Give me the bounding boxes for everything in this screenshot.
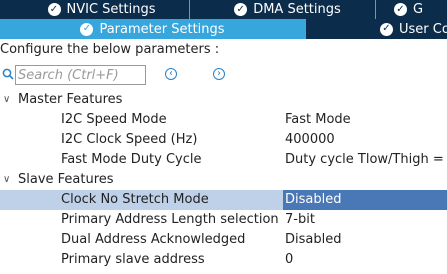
check-circle-icon: ✓ xyxy=(394,3,407,16)
group-label: Slave Features xyxy=(18,172,114,187)
parameter-value[interactable]: 400000 xyxy=(285,130,335,150)
check-circle-icon: ✓ xyxy=(380,22,393,36)
tab-user-constants[interactable]: ✓ User Co xyxy=(306,19,447,39)
parameter-row-selected[interactable]: Clock No Stretch Mode Disabled xyxy=(0,190,447,210)
parameter-row[interactable]: I2C Clock Speed (Hz) 400000 xyxy=(0,130,447,150)
parameter-label: Clock No Stretch Mode xyxy=(61,192,209,207)
parameter-label: I2C Speed Mode xyxy=(61,112,167,127)
tab-gpio-settings[interactable]: ✓ G xyxy=(376,0,447,19)
top-tab-bar: ✓ NVIC Settings ✓ DMA Settings ✓ G xyxy=(0,0,447,19)
group-slave-features[interactable]: ∨ Slave Features xyxy=(0,170,447,190)
parameter-value[interactable]: 7-bit xyxy=(285,210,315,230)
second-tab-bar: ✓ Parameter Settings ✓ User Co xyxy=(0,19,447,39)
previous-match-icon[interactable]: ‹ xyxy=(165,68,177,80)
parameter-row[interactable]: Fast Mode Duty Cycle Duty cycle Tlow/Thi… xyxy=(0,150,447,170)
expand-chevron-icon[interactable]: ∨ xyxy=(3,170,10,190)
parameter-value[interactable]: Duty cycle Tlow/Thigh = 2 xyxy=(285,150,447,170)
configure-instructions: Configure the below parameters : xyxy=(0,42,220,57)
check-circle-icon: ✓ xyxy=(234,3,248,16)
tab-label: Parameter Settings xyxy=(99,21,225,37)
tab-label: User Co xyxy=(399,21,447,37)
expand-chevron-icon[interactable]: ∨ xyxy=(3,90,10,110)
parameter-label: Primary slave address xyxy=(61,252,205,267)
parameter-row[interactable]: Primary slave address 0 xyxy=(0,250,447,270)
parameter-value[interactable]: Disabled xyxy=(285,190,341,210)
next-match-icon[interactable]: › xyxy=(213,68,225,80)
tab-label: NVIC Settings xyxy=(66,2,156,17)
parameter-label: I2C Clock Speed (Hz) xyxy=(61,132,198,147)
tab-parameter-settings[interactable]: ✓ Parameter Settings xyxy=(0,19,306,39)
parameter-row[interactable]: I2C Speed Mode Fast Mode xyxy=(0,110,447,130)
group-label: Master Features xyxy=(18,92,123,107)
parameter-label: Dual Address Acknowledged xyxy=(61,232,246,247)
tab-dma-settings[interactable]: ✓ DMA Settings xyxy=(190,0,376,19)
parameter-label: Primary Address Length selection xyxy=(61,212,279,227)
search-bar: ‹ › xyxy=(0,64,447,86)
group-master-features[interactable]: ∨ Master Features xyxy=(0,90,447,110)
check-circle-icon: ✓ xyxy=(80,22,94,36)
parameter-row[interactable]: Dual Address Acknowledged Disabled xyxy=(0,230,447,250)
check-circle-icon: ✓ xyxy=(47,3,61,16)
parameter-row[interactable]: Primary Address Length selection 7-bit xyxy=(0,210,447,230)
parameter-value[interactable]: 0 xyxy=(285,250,293,270)
search-input[interactable] xyxy=(15,65,146,85)
parameter-value[interactable]: Disabled xyxy=(285,230,341,250)
search-icon xyxy=(2,68,14,80)
tab-nvic-settings[interactable]: ✓ NVIC Settings xyxy=(0,0,190,19)
parameter-value[interactable]: Fast Mode xyxy=(285,110,351,130)
parameter-label: Fast Mode Duty Cycle xyxy=(61,152,202,167)
tab-label: G xyxy=(413,2,424,17)
tab-label: DMA Settings xyxy=(253,2,341,17)
